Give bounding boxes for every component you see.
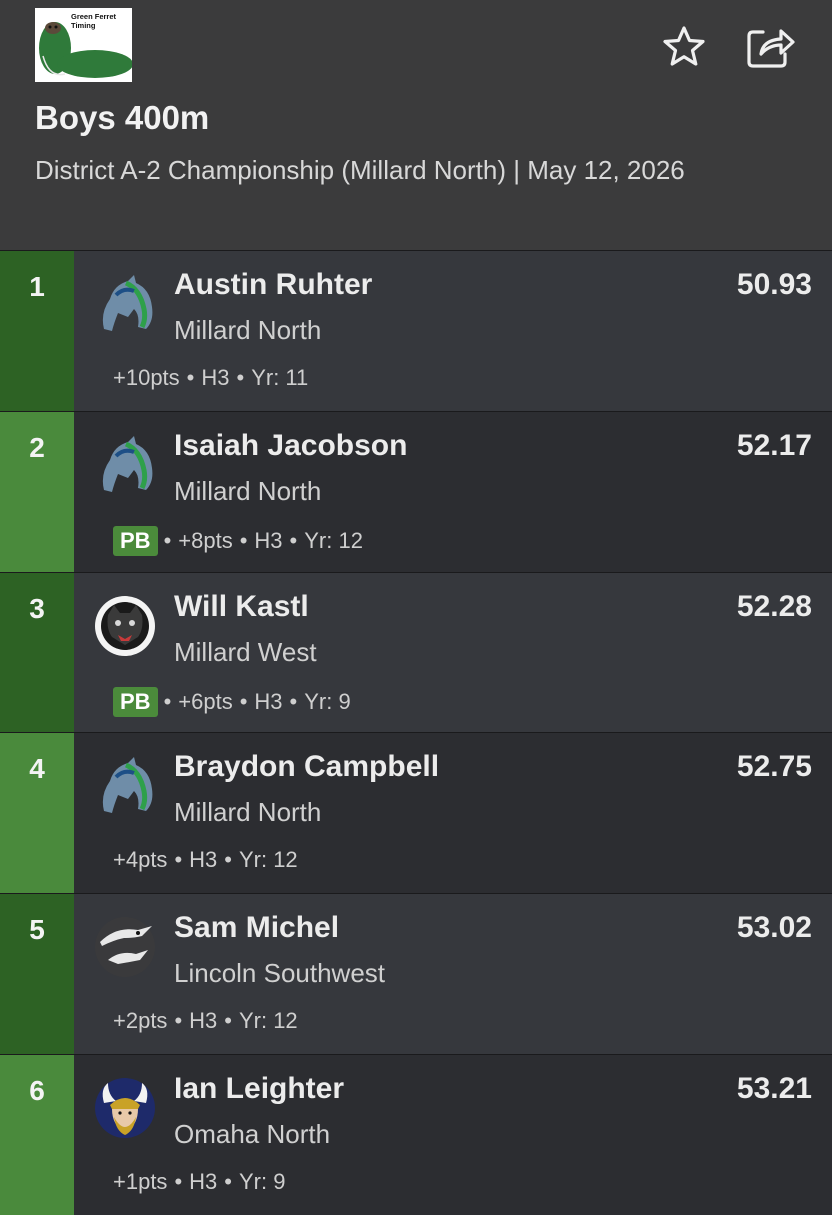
result-meta: PB • +6pts • H3 • Yr: 9 <box>113 686 351 717</box>
team-name: Lincoln Southwest <box>174 958 386 989</box>
place-number: 6 <box>29 1074 45 1106</box>
year: Yr: 12 <box>304 527 363 553</box>
place-number: 5 <box>29 914 45 946</box>
heat: H3 <box>254 527 283 553</box>
mustang-logo-icon <box>102 435 153 492</box>
athlete-name: Braydon Campbell <box>174 750 440 784</box>
year: Yr: 12 <box>238 1008 298 1034</box>
result-body: Ian Leighter Omaha North 53.21 +1pts • H3 •… <box>74 1054 832 1215</box>
athlete-name: Austin Ruhter <box>174 268 373 301</box>
result-body: Will Kastl Millard West 52.28 PB • +6pts • H… <box>74 572 832 733</box>
result-meta: +1pts • H3 • Yr: 9 <box>113 1168 286 1194</box>
result-meta: +10pts • H3 • Yr: 11 <box>113 365 309 390</box>
star-icon <box>663 26 705 66</box>
heat: H3 <box>189 1168 218 1194</box>
event-subtitle: District A-2 Championship (Millard North… <box>35 155 685 185</box>
athlete-name: Isaiah Jacobson <box>174 428 408 462</box>
result-body: Isaiah Jacobson Millard North 52.17 PB • +… <box>74 411 832 572</box>
result-time: 53.02 <box>736 911 812 945</box>
points: +1pts <box>113 1168 168 1194</box>
points: +6pts <box>178 688 233 714</box>
result-meta: +2pts • H3 • Yr: 12 <box>113 1008 298 1034</box>
viking-logo-icon <box>95 1077 155 1138</box>
result-row-4[interactable]: 4 Braydon Campbell Millard North 52.75 +… <box>0 732 832 894</box>
team-name: Millard North <box>174 475 322 506</box>
heat: H3 <box>201 365 230 390</box>
place-number: 2 <box>29 431 45 463</box>
share-button[interactable] <box>745 22 795 70</box>
place-bar: 4 <box>0 733 74 894</box>
event-title: Boys 400m <box>35 99 210 136</box>
result-body: Sam Michel Lincoln Southwest 53.02 +2pts… <box>74 894 832 1054</box>
result-row-1[interactable]: 1 Austin Ruhter Millard North 50.93 +10p… <box>0 250 832 411</box>
place-number: 3 <box>29 592 45 624</box>
share-icon <box>747 29 795 68</box>
heat: H3 <box>254 688 283 714</box>
place-bar: 6 <box>0 1054 74 1215</box>
athlete-name: Will Kastl <box>174 589 309 623</box>
mustang-logo-icon <box>102 757 153 814</box>
green-ferret-logo[interactable]: Green Ferret Timing <box>35 8 132 82</box>
mustang-logo-icon <box>102 275 153 331</box>
place-bar: 3 <box>0 572 74 733</box>
result-meta: +4pts • H3 • Yr: 12 <box>113 847 298 873</box>
result-time: 52.28 <box>736 589 812 623</box>
result-row-2[interactable]: 2 Isaiah Jacobson Millard North 52.17 PB… <box>0 410 832 572</box>
points: +4pts <box>113 847 168 873</box>
team-name: Millard North <box>174 797 322 828</box>
result-body: Braydon Campbell Millard North 52.75 +4p… <box>74 733 832 894</box>
team-name: Millard West <box>174 636 317 667</box>
favorite-button[interactable] <box>660 22 708 70</box>
result-row-3[interactable]: 3 Will Kastl Millard West 52.28 PB • +6pts… <box>0 571 832 733</box>
place-bar: 2 <box>0 411 74 572</box>
place-bar: 5 <box>0 894 74 1054</box>
result-time: 53.21 <box>736 1071 812 1105</box>
year: Yr: 11 <box>251 365 309 390</box>
points: +2pts <box>113 1008 168 1034</box>
place-bar: 1 <box>0 251 74 411</box>
year: Yr: 12 <box>238 847 298 873</box>
results-list: 1 Austin Ruhter Millard North 50.93 +10p… <box>0 250 832 1215</box>
result-meta: PB • +8pts • H3 • Yr: 12 <box>113 525 363 556</box>
result-time: 52.17 <box>736 428 812 462</box>
points: +8pts <box>178 527 233 553</box>
place-number: 1 <box>29 271 45 302</box>
athlete-name: Sam Michel <box>174 911 340 945</box>
place-number: 4 <box>29 753 45 785</box>
team-name: Omaha North <box>174 1118 331 1149</box>
result-body: Austin Ruhter Millard North 50.93 +10pts… <box>74 251 832 411</box>
pb-badge: PB <box>113 525 158 556</box>
pb-badge: PB <box>113 686 158 717</box>
points: +10pts <box>113 365 180 390</box>
year: Yr: 9 <box>238 1168 286 1194</box>
result-row-5[interactable]: 5 Sam Michel Lincoln Southwest 53.02 +2p… <box>0 893 832 1054</box>
heat: H3 <box>189 1008 218 1034</box>
year: Yr: 9 <box>304 688 351 714</box>
wildcat-logo-icon <box>95 595 155 656</box>
event-header: Green Ferret Timing Boys 400m District A… <box>0 0 832 250</box>
result-row-6[interactable]: 6 Ian Leighter Omaha North 53.21 +1pts • H… <box>0 1053 832 1215</box>
heat: H3 <box>189 847 218 873</box>
athlete-name: Ian Leighter <box>174 1071 345 1105</box>
result-time: 50.93 <box>736 268 812 301</box>
team-name: Millard North <box>174 315 322 345</box>
hawk-logo-icon <box>95 917 155 978</box>
result-time: 52.75 <box>736 750 812 784</box>
logo-text: Green Ferret Timing <box>71 12 117 30</box>
